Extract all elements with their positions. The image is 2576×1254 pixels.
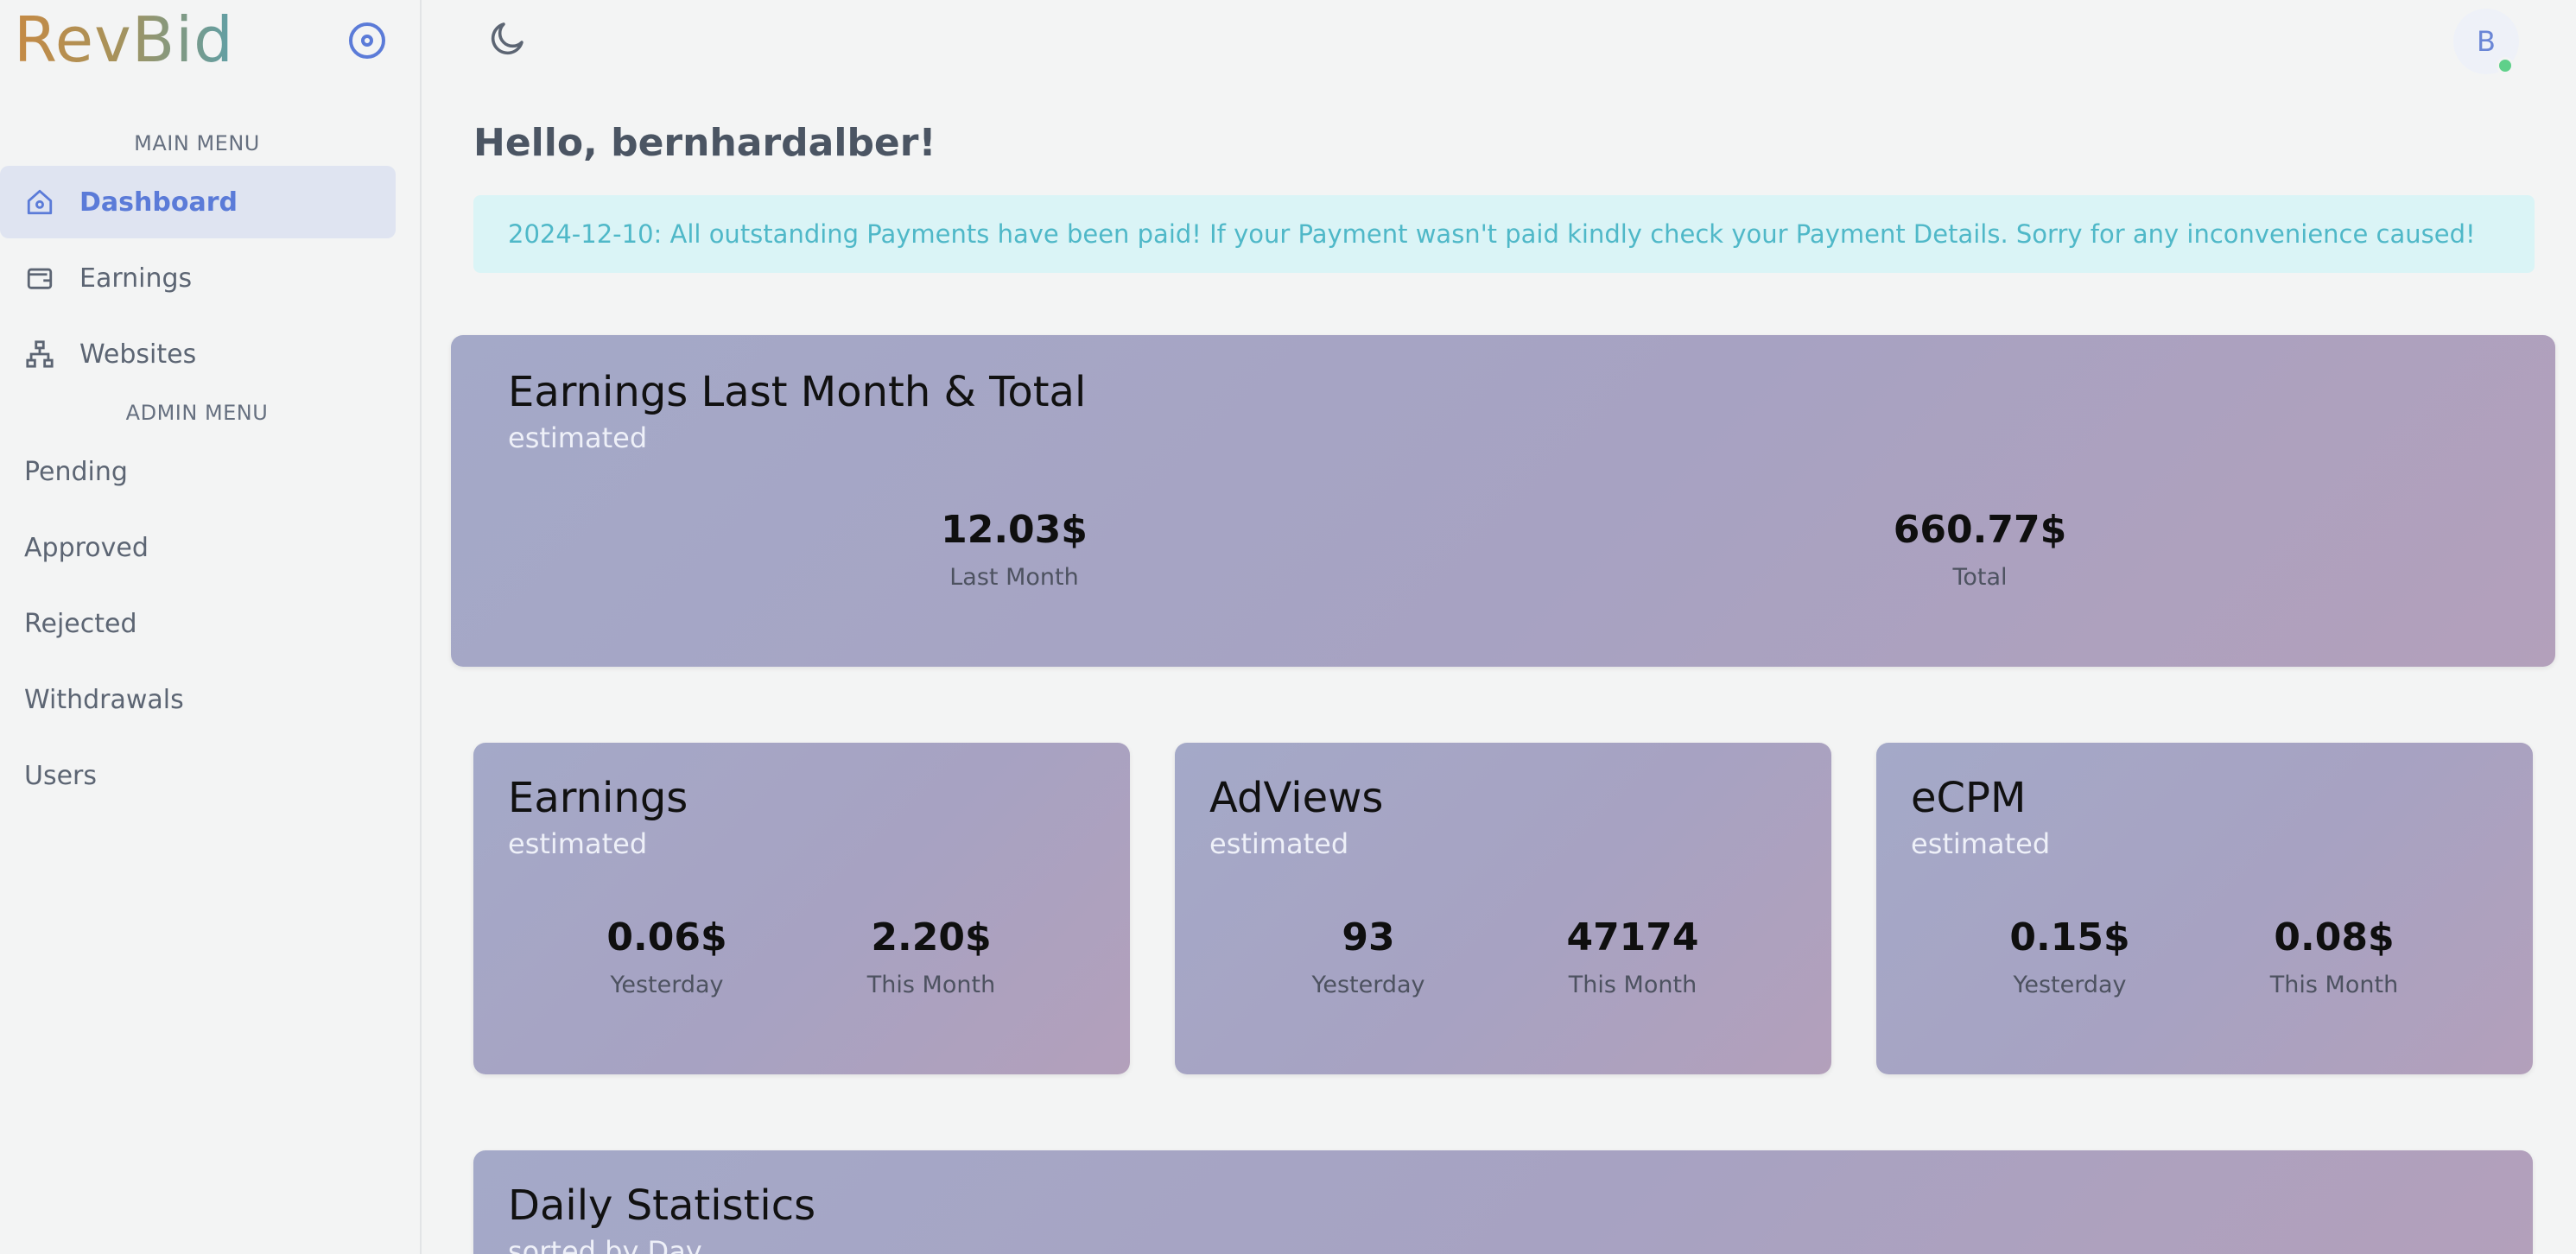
stat-value: 12.03$: [941, 508, 1088, 552]
stat-label: This Month: [866, 972, 996, 998]
stat-value: 2.20$: [871, 915, 992, 960]
sitemap-icon: [24, 339, 55, 370]
sidebar-item-label: Pending: [24, 456, 128, 487]
wallet-icon: [24, 263, 55, 294]
daily-statistics-card: Daily Statistics sorted by Day: [473, 1150, 2533, 1254]
sidebar-item-label: Websites: [79, 339, 197, 370]
sidebar-item-label: Rejected: [24, 608, 137, 639]
sidebar-item-users[interactable]: Users: [0, 739, 396, 812]
sidebar-item-label: Approved: [24, 532, 149, 563]
sidebar-item-dashboard[interactable]: Dashboard: [0, 166, 396, 238]
stat-label: This Month: [2269, 972, 2399, 998]
sidebar-toggle-icon[interactable]: [349, 22, 385, 59]
stat-label: Yesterday: [2013, 972, 2127, 998]
stat-label: Yesterday: [610, 972, 724, 998]
sidebar-item-pending[interactable]: Pending: [0, 435, 396, 508]
stat-label: This Month: [1568, 972, 1697, 998]
sidebar-item-approved[interactable]: Approved: [0, 511, 396, 584]
sidebar-item-withdrawals[interactable]: Withdrawals: [0, 663, 396, 736]
stat-label: Yesterday: [1311, 972, 1425, 998]
notice-text: 2024-12-10: All outstanding Payments hav…: [508, 219, 2476, 249]
dark-mode-toggle-icon[interactable]: [487, 17, 529, 59]
stat-value: 0.08$: [2274, 915, 2395, 960]
adviews-card: AdViews estimated 93 Yesterday 47174 Thi…: [1175, 743, 1831, 1074]
stat-this-month: 0.08$ This Month: [2196, 915, 2472, 998]
card-subtitle: estimated: [1209, 827, 1349, 860]
card-subtitle: estimated: [1911, 827, 2051, 860]
stat-yesterday: 0.06$ Yesterday: [529, 915, 805, 998]
stat-value: 47174: [1566, 915, 1699, 960]
earnings-card: Earnings estimated 0.06$ Yesterday 2.20$…: [473, 743, 1130, 1074]
sidebar-item-rejected[interactable]: Rejected: [0, 587, 396, 660]
sidebar-item-earnings[interactable]: Earnings: [0, 242, 396, 314]
card-title: Daily Statistics: [508, 1181, 816, 1230]
stat-value: 660.77$: [1893, 508, 2067, 552]
page-greeting: Hello, bernhardalber!: [473, 121, 936, 165]
stat-last-month: 12.03$ Last Month: [876, 508, 1152, 591]
card-subtitle: sorted by Day: [508, 1235, 702, 1254]
stat-label: Total: [1952, 564, 2008, 591]
card-title: Earnings Last Month & Total: [508, 368, 1087, 416]
card-title: eCPM: [1911, 774, 2027, 822]
sidebar-item-label: Dashboard: [79, 187, 238, 218]
main-menu-heading: MAIN MENU: [134, 131, 260, 155]
stat-total: 660.77$ Total: [1842, 508, 2118, 591]
summary-earnings-card: Earnings Last Month & Total estimated 12…: [451, 335, 2555, 667]
card-subtitle: estimated: [508, 827, 648, 860]
sidebar-item-label: Withdrawals: [24, 684, 184, 715]
home-icon: [24, 187, 55, 218]
stat-yesterday: 0.15$ Yesterday: [1932, 915, 2208, 998]
card-subtitle: estimated: [508, 421, 648, 454]
card-title: AdViews: [1209, 774, 1384, 822]
revbid-logo[interactable]: RevBid: [14, 3, 234, 76]
app-root: RevBid MAIN MENU Dashboard Earnings Webs…: [0, 0, 2576, 1254]
stat-yesterday: 93 Yesterday: [1230, 915, 1507, 998]
ecpm-card: eCPM estimated 0.15$ Yesterday 0.08$ Thi…: [1876, 743, 2533, 1074]
sidebar-item-websites[interactable]: Websites: [0, 318, 396, 390]
stat-label: Last Month: [949, 564, 1079, 591]
sidebar-item-label: Users: [24, 760, 98, 791]
stat-this-month: 47174 This Month: [1494, 915, 1771, 998]
online-status-indicator: [2497, 57, 2514, 74]
admin-menu-heading: ADMIN MENU: [125, 401, 269, 425]
card-title: Earnings: [508, 774, 688, 822]
payment-notice-banner: 2024-12-10: All outstanding Payments hav…: [473, 195, 2535, 273]
stat-value: 0.15$: [2009, 915, 2130, 960]
stat-value: 93: [1342, 915, 1395, 960]
sidebar: RevBid MAIN MENU Dashboard Earnings Webs…: [0, 0, 422, 1254]
stat-value: 0.06$: [606, 915, 727, 960]
stat-this-month: 2.20$ This Month: [793, 915, 1069, 998]
sidebar-item-label: Earnings: [79, 263, 193, 294]
